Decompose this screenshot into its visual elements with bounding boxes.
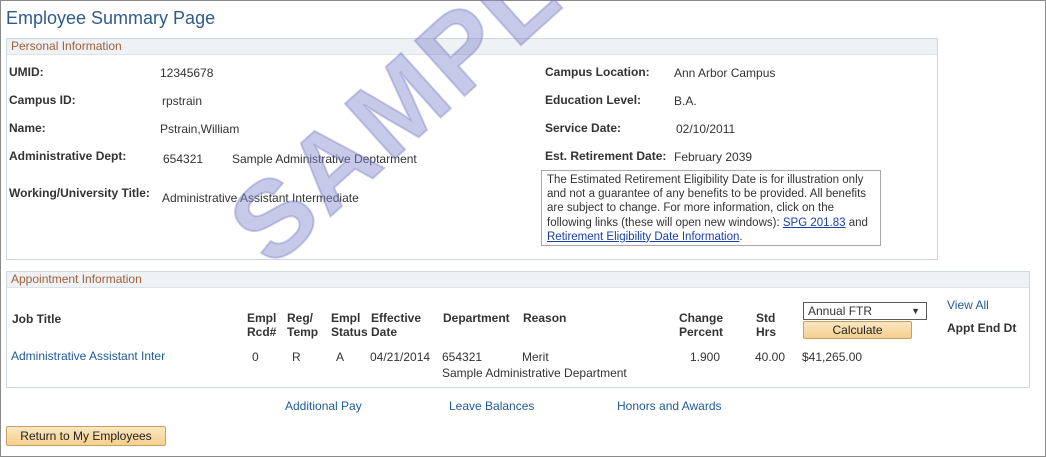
- university-title-label: Working/University Title:: [9, 186, 150, 200]
- service-date-label: Service Date:: [545, 121, 622, 135]
- university-title-value: Administrative Assistant Intermediate: [162, 191, 359, 205]
- col-std-line1: Std: [756, 311, 776, 325]
- row-effective-date: 04/21/2014: [370, 350, 431, 364]
- calculate-button[interactable]: Calculate: [803, 321, 912, 339]
- appointment-info-header: Appointment Information: [7, 272, 1029, 288]
- row-empl-status: A: [336, 350, 345, 364]
- view-all-link[interactable]: View All: [947, 298, 989, 312]
- row-dept-code: 654321: [442, 350, 483, 364]
- education-label: Education Level:: [545, 93, 642, 107]
- row-annual-ftr: $41,265.00: [802, 350, 863, 364]
- retirement-eligibility-link[interactable]: Retirement Eligibility Date Information: [547, 231, 739, 243]
- row-dept-name: Sample Administrative Department: [442, 366, 627, 380]
- row-empl-rcd: 0: [252, 350, 259, 364]
- umid-label: UMID:: [9, 65, 44, 79]
- honors-awards-link[interactable]: Honors and Awards: [617, 399, 722, 413]
- col-effective-date: Effective Date: [371, 311, 421, 339]
- annual-ftr-select[interactable]: Annual FTR ▼: [803, 302, 927, 320]
- col-empl-status: Empl Status: [331, 311, 368, 339]
- row-reason: Merit: [522, 350, 549, 364]
- col-change-percent: Change Percent: [679, 311, 723, 339]
- col-change-line1: Change: [679, 311, 724, 325]
- retirement-date-value: February 2039: [674, 150, 753, 164]
- education-value: B.A.: [674, 94, 697, 108]
- admin-dept-name: Sample Administrative Deptarment: [232, 152, 417, 166]
- note-and: and: [845, 216, 868, 229]
- row-change-percent: 1.900: [690, 350, 721, 364]
- col-effective-line1: Effective: [371, 311, 422, 325]
- col-department: Department: [443, 311, 510, 325]
- personal-info-header: Personal Information: [7, 39, 937, 55]
- umid-value: 12345678: [160, 66, 214, 80]
- col-effective-line2: Date: [371, 325, 398, 339]
- campus-id-label: Campus ID:: [9, 93, 76, 107]
- campus-id-value: rpstrain: [162, 94, 203, 108]
- campus-location-label: Campus Location:: [545, 65, 650, 79]
- job-title-link[interactable]: Administrative Assistant Inter: [11, 349, 165, 363]
- retirement-note: The Estimated Retirement Eligibility Dat…: [541, 170, 881, 246]
- additional-pay-link[interactable]: Additional Pay: [285, 399, 362, 413]
- leave-balances-link[interactable]: Leave Balances: [449, 399, 534, 413]
- col-empl-rcd-line2: Rcd#: [247, 325, 277, 339]
- col-empl-rcd: Empl Rcd#: [247, 311, 276, 339]
- col-appt-end-dt: Appt End Dt: [947, 321, 1017, 335]
- col-empl-status-line1: Empl: [331, 311, 361, 325]
- service-date-value: 02/10/2011: [676, 122, 736, 136]
- col-reg-temp-line2: Temp: [287, 325, 319, 339]
- chevron-down-icon: ▼: [911, 306, 920, 316]
- admin-dept-label: Administrative Dept:: [9, 149, 127, 163]
- col-std-hrs: Std Hrs: [756, 311, 776, 339]
- page-title: Employee Summary Page: [6, 8, 216, 28]
- name-label: Name:: [9, 121, 46, 135]
- col-empl-rcd-line1: Empl: [247, 311, 277, 325]
- spg-link[interactable]: SPG 201.83: [783, 217, 846, 229]
- row-std-hrs: 40.00: [755, 350, 786, 364]
- col-reason: Reason: [523, 311, 567, 325]
- name-value: Pstrain,William: [160, 122, 240, 136]
- col-reg-temp-line1: Reg/: [287, 311, 314, 325]
- col-empl-status-line2: Status: [331, 325, 368, 339]
- campus-location-value: Ann Arbor Campus: [674, 66, 776, 80]
- select-value: Annual FTR: [808, 304, 873, 318]
- col-reg-temp: Reg/ Temp: [287, 311, 318, 339]
- col-change-line2: Percent: [679, 325, 724, 339]
- col-job-title: Job Title: [12, 312, 62, 326]
- admin-dept-code: 654321: [163, 152, 204, 166]
- retirement-date-label: Est. Retirement Date:: [545, 149, 667, 163]
- return-to-employees-button[interactable]: Return to My Employees: [6, 426, 166, 446]
- col-std-line2: Hrs: [756, 325, 777, 339]
- row-reg-temp: R: [292, 350, 301, 364]
- note-end: .: [739, 230, 743, 243]
